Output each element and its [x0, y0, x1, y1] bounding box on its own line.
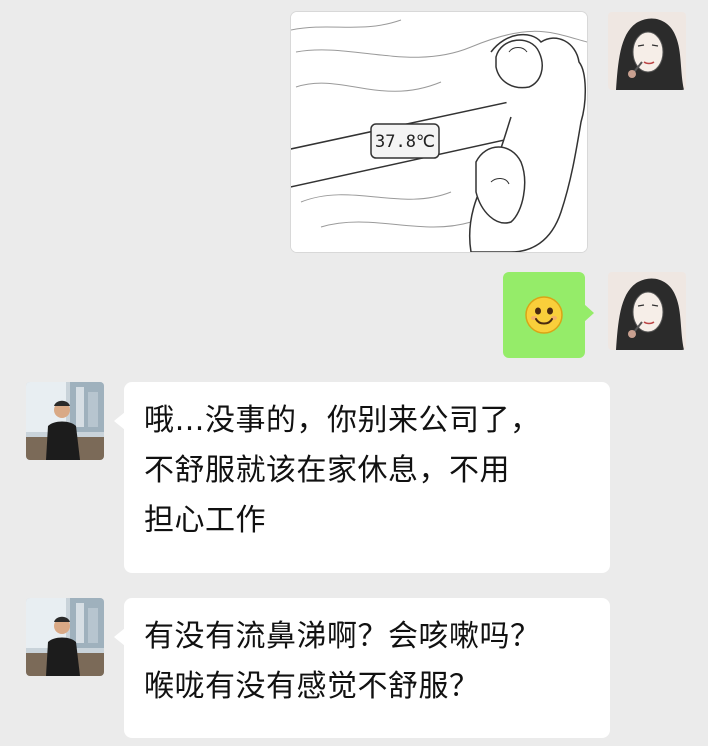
smiley-face-icon: [525, 296, 563, 334]
user-avatar[interactable]: [608, 272, 686, 350]
message-text-line: 不舒服就该在家休息，不用: [144, 453, 510, 488]
man-photo-avatar-icon: [26, 382, 104, 460]
contact-avatar[interactable]: [26, 382, 104, 460]
man-photo-avatar-icon: [26, 598, 104, 676]
message-text-line: 喉咙有没有感觉不舒服？: [144, 669, 480, 704]
message-text-line: 有没有流鼻涕啊？会咳嗽吗？: [144, 619, 541, 654]
user-avatar[interactable]: [608, 12, 686, 90]
thermometer-sketch-image: 37.8℃: [291, 12, 587, 252]
incoming-message-bubble[interactable]: 哦…没事的，你别来公司了， 不舒服就该在家休息，不用 担心工作: [114, 382, 610, 573]
woman-sketch-avatar-icon: [608, 272, 686, 350]
contact-avatar[interactable]: [26, 598, 104, 676]
outgoing-emoji-bubble[interactable]: [503, 272, 594, 358]
message-text-line: 担心工作: [144, 503, 266, 538]
message-text-line: 哦…没事的，你别来公司了，: [144, 403, 541, 438]
woman-sketch-avatar-icon: [608, 12, 686, 90]
incoming-message-bubble[interactable]: 有没有流鼻涕啊？会咳嗽吗？ 喉咙有没有感觉不舒服？: [114, 598, 610, 738]
thermometer-reading: 37.8℃: [375, 132, 435, 152]
outgoing-image-message[interactable]: 37.8℃: [291, 12, 587, 252]
